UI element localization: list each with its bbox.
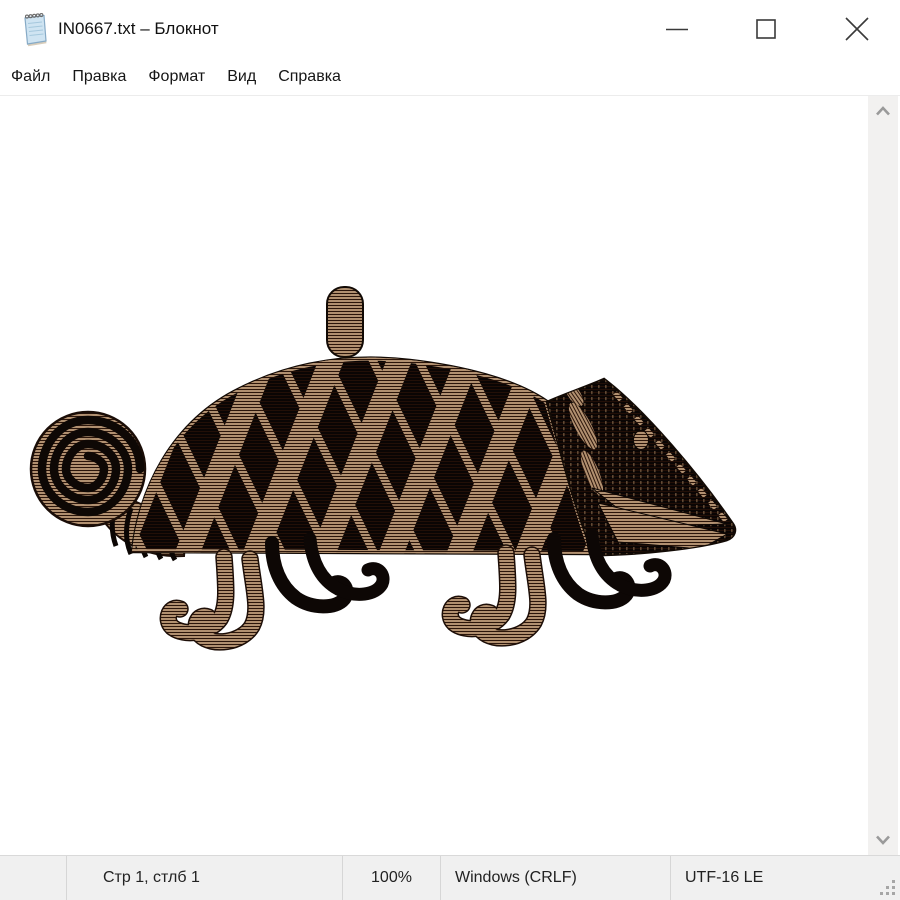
status-cursor-position: Стр 1, стлб 1 [66, 856, 342, 900]
title-bar: IN0667.txt – Блокнот [0, 0, 900, 58]
notepad-icon [18, 11, 50, 47]
chevron-up-icon [874, 104, 892, 118]
status-cell-empty [0, 856, 66, 900]
close-button[interactable] [834, 0, 880, 58]
minimize-icon [665, 17, 689, 41]
front-legs [168, 539, 383, 642]
maximize-icon [754, 17, 778, 41]
notepad-window: IN0667.txt – Блокнот Файл Правка Формат … [0, 0, 900, 900]
scroll-down-button[interactable] [868, 827, 898, 853]
menu-item-edit[interactable]: Правка [61, 59, 137, 95]
close-icon [844, 16, 870, 42]
text-editor-area[interactable] [0, 96, 868, 855]
minimize-button[interactable] [654, 0, 700, 58]
menu-bar: Файл Правка Формат Вид Справка [0, 58, 900, 96]
status-line-ending: Windows (CRLF) [440, 856, 670, 900]
dorsal-knob [327, 287, 363, 357]
resize-grip[interactable] [879, 879, 897, 897]
window-title: IN0667.txt – Блокнот [58, 0, 219, 58]
vertical-scrollbar[interactable] [868, 96, 898, 855]
maximize-button[interactable] [743, 0, 789, 58]
chameleon-drawing [0, 96, 868, 855]
eye [634, 431, 649, 450]
status-encoding: UTF-16 LE [670, 856, 900, 900]
status-bar: Стр 1, стлб 1 100% Windows (CRLF) UTF-16… [0, 855, 900, 900]
scroll-up-button[interactable] [868, 98, 898, 124]
menu-item-format[interactable]: Формат [137, 59, 216, 95]
menu-item-file[interactable]: Файл [0, 59, 61, 95]
menu-item-help[interactable]: Справка [267, 59, 352, 95]
status-zoom-level: 100% [342, 856, 440, 900]
chevron-down-icon [874, 833, 892, 847]
menu-item-view[interactable]: Вид [216, 59, 267, 95]
